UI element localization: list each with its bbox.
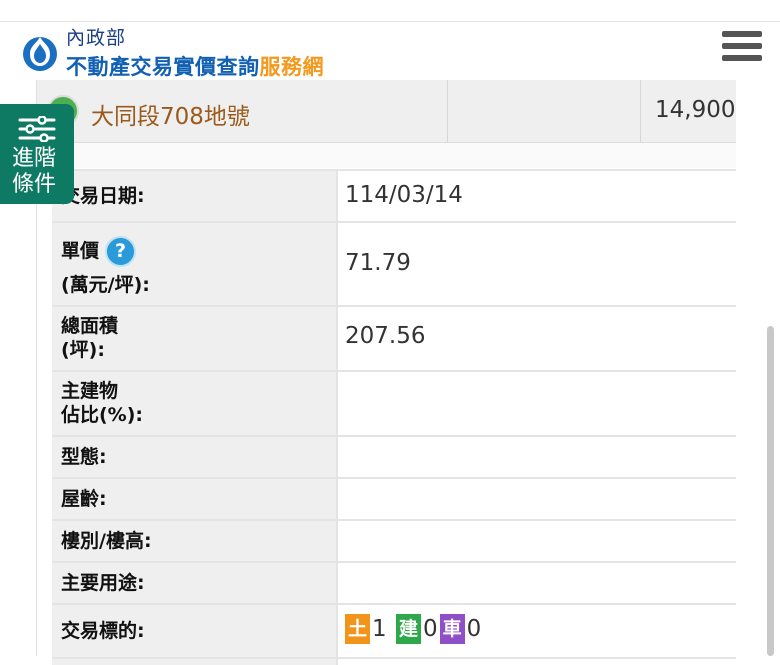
unit-price-label: 單價? <box>61 236 137 267</box>
scrollbar-thumb[interactable] <box>767 326 774 656</box>
advanced-filter-button[interactable]: 進階 條件 <box>0 104 74 204</box>
detail-row-next <box>52 657 736 665</box>
detail-label-cell <box>52 659 338 665</box>
detail-row-area: 總面積 (坪): 207.56 <box>52 305 736 370</box>
car-tag: 車 <box>439 614 465 644</box>
section-gap <box>37 143 736 168</box>
site-title[interactable]: 不動產交易實價查詢服務網 <box>66 51 324 81</box>
detail-row-age: 屋齡: <box>52 477 736 519</box>
top-strip <box>0 0 780 22</box>
area-label: 總面積 <box>61 315 119 337</box>
detail-label-cell: 單價? (萬元/坪): <box>52 223 338 305</box>
detail-label-cell: 交易標的: <box>52 605 338 657</box>
land-count: 1 <box>372 616 387 642</box>
main-building-label: 主建物 <box>61 380 119 402</box>
sliders-icon <box>18 116 56 142</box>
detail-row-date: 交易日期: 114/03/14 <box>52 169 736 221</box>
floor-label: 樓別/樓高: <box>61 530 152 552</box>
detail-label-cell: 樓別/樓高: <box>52 521 338 561</box>
detail-label-cell: 主要用途: <box>52 563 338 603</box>
type-label: 型態: <box>61 446 107 468</box>
detail-label-cell: 屋齡: <box>52 479 338 519</box>
main-building-ratio-label: 佔比(%): <box>61 404 144 426</box>
site-title-main: 不動產交易實價查詢 <box>66 55 260 79</box>
site-header: 內政部 不動產交易實價查詢服務網 <box>0 22 780 79</box>
area-value: 207.56 <box>345 323 426 349</box>
ministry-logo-icon[interactable] <box>20 32 60 72</box>
total-price: 14,900 <box>655 97 736 123</box>
transaction-detail-table: 交易日期: 114/03/14 單價? (萬元/坪): 71.79 總面積 (坪… <box>52 169 736 665</box>
building-tag: 建 <box>395 614 421 644</box>
detail-label-cell: 主建物 佔比(%): <box>52 372 338 435</box>
detail-row-unit-price: 單價? (萬元/坪): 71.79 <box>52 221 736 305</box>
detail-row-target: 交易標的: 土1 建0車0 <box>52 603 736 657</box>
advanced-filter-label: 進階 條件 <box>12 146 57 197</box>
target-label: 交易標的: <box>61 620 145 642</box>
ministry-name: 內政部 <box>66 27 127 49</box>
detail-row-type: 型態: <box>52 435 736 477</box>
detail-label-cell: 型態: <box>52 437 338 477</box>
target-tags: 土1 建0車0 <box>345 614 483 644</box>
land-tag: 土 <box>345 614 370 644</box>
column-divider <box>447 80 448 142</box>
site-title-accent: 服務網 <box>259 55 324 79</box>
date-value: 114/03/14 <box>345 182 463 208</box>
age-label: 屋齡: <box>61 488 107 510</box>
detail-label-cell: 交易日期: <box>52 171 338 221</box>
hamburger-menu-icon[interactable] <box>722 31 762 65</box>
unit-price-value: 71.79 <box>345 250 411 276</box>
usage-label: 主要用途: <box>61 572 145 594</box>
car-count: 0 <box>466 616 482 642</box>
column-divider <box>640 80 641 142</box>
detail-row-main-building: 主建物 佔比(%): <box>52 370 736 435</box>
detail-row-floor: 樓別/樓高: <box>52 519 736 561</box>
help-icon[interactable]: ? <box>105 236 137 267</box>
detail-row-usage: 主要用途: <box>52 561 736 603</box>
parcel-name: 大同段708地號 <box>91 104 250 130</box>
unit-price-unit-label: (萬元/坪): <box>61 274 150 296</box>
area-unit-label: (坪): <box>61 339 105 361</box>
detail-label-cell: 總面積 (坪): <box>52 307 338 370</box>
previous-result-row[interactable]: 大同段708地號 14,900 <box>37 80 736 143</box>
building-count: 0 <box>422 616 438 642</box>
